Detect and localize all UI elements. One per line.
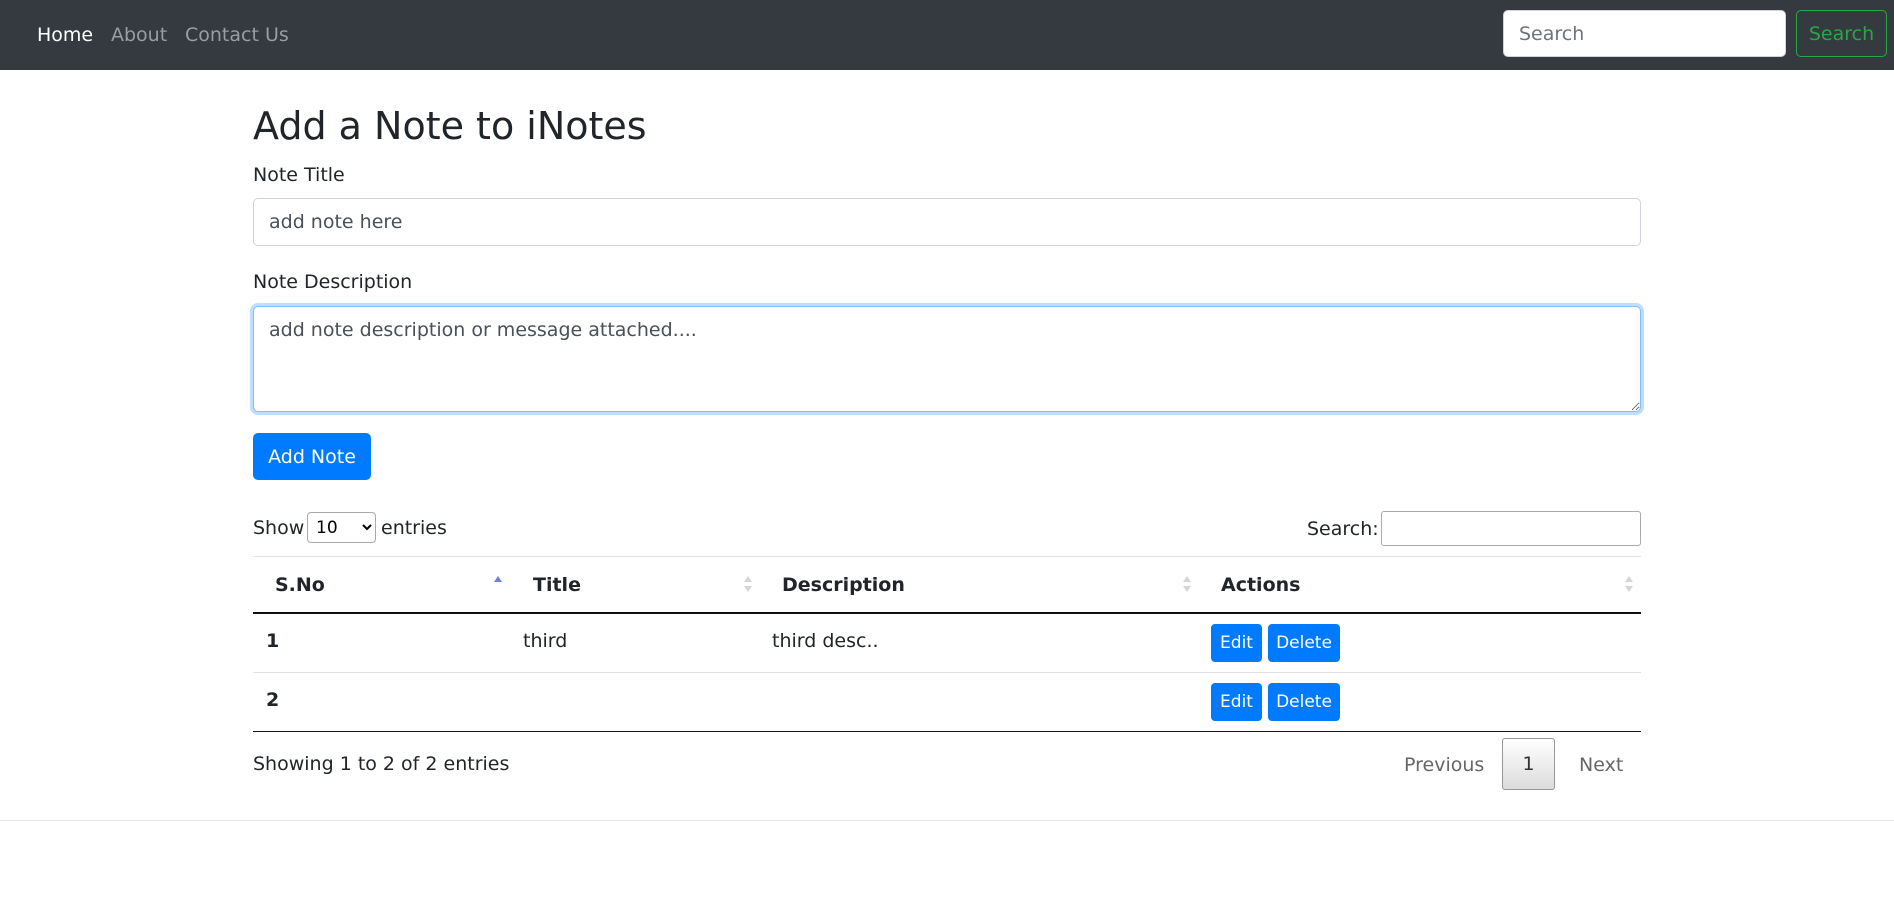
row-2-edit-button[interactable]: Edit	[1211, 683, 1262, 721]
table-top-border	[253, 556, 1641, 557]
sort-ascending-icon	[494, 576, 502, 582]
show-label: Show	[253, 517, 305, 539]
page-title: Add a Note to iNotes	[253, 104, 647, 148]
sort-both-icon	[744, 576, 752, 592]
sort-both-icon	[1183, 576, 1191, 592]
nav-link-home[interactable]: Home	[37, 22, 93, 48]
column-header-actions[interactable]: Actions	[1221, 573, 1300, 597]
navbar: Home About Contact Us Search	[0, 0, 1894, 70]
column-header-description[interactable]: Description	[782, 573, 905, 597]
table-search-input[interactable]	[1381, 511, 1641, 546]
table-info: Showing 1 to 2 of 2 entries	[253, 753, 510, 775]
row-1-edit-button[interactable]: Edit	[1211, 624, 1262, 662]
sort-both-icon	[1625, 576, 1633, 592]
nav-link-contact-us[interactable]: Contact Us	[185, 22, 289, 48]
row-1-title: third	[523, 630, 568, 652]
column-header-sno[interactable]: S.No	[275, 573, 325, 597]
navbar-search-button[interactable]: Search	[1796, 10, 1887, 57]
pagination-page-1[interactable]: 1	[1502, 738, 1555, 790]
pagination-previous[interactable]: Previous	[1404, 753, 1484, 777]
navbar-search-input[interactable]	[1503, 10, 1786, 57]
column-header-title[interactable]: Title	[533, 573, 581, 597]
row-2-sno: 2	[266, 689, 280, 711]
table-header-border	[253, 612, 1641, 614]
table-bottom-border	[253, 731, 1641, 732]
row-1-sno: 1	[266, 630, 280, 652]
footer-divider	[0, 820, 1894, 821]
note-title-label: Note Title	[253, 164, 345, 186]
nav-link-about[interactable]: About	[111, 22, 167, 48]
row-1-delete-button[interactable]: Delete	[1268, 624, 1340, 662]
add-note-button[interactable]: Add Note	[253, 433, 371, 480]
row-divider	[253, 672, 1641, 673]
entries-length-select[interactable]: 10 25 50 100	[307, 512, 376, 543]
table-search-label: Search:	[1307, 518, 1379, 540]
row-1-description: third desc..	[772, 630, 879, 652]
note-description-textarea[interactable]: add note description or message attached…	[253, 306, 1641, 412]
pagination-next[interactable]: Next	[1579, 753, 1623, 777]
entries-label: entries	[381, 517, 447, 539]
note-title-input[interactable]	[253, 198, 1641, 246]
note-description-label: Note Description	[253, 271, 413, 293]
row-2-delete-button[interactable]: Delete	[1268, 683, 1340, 721]
